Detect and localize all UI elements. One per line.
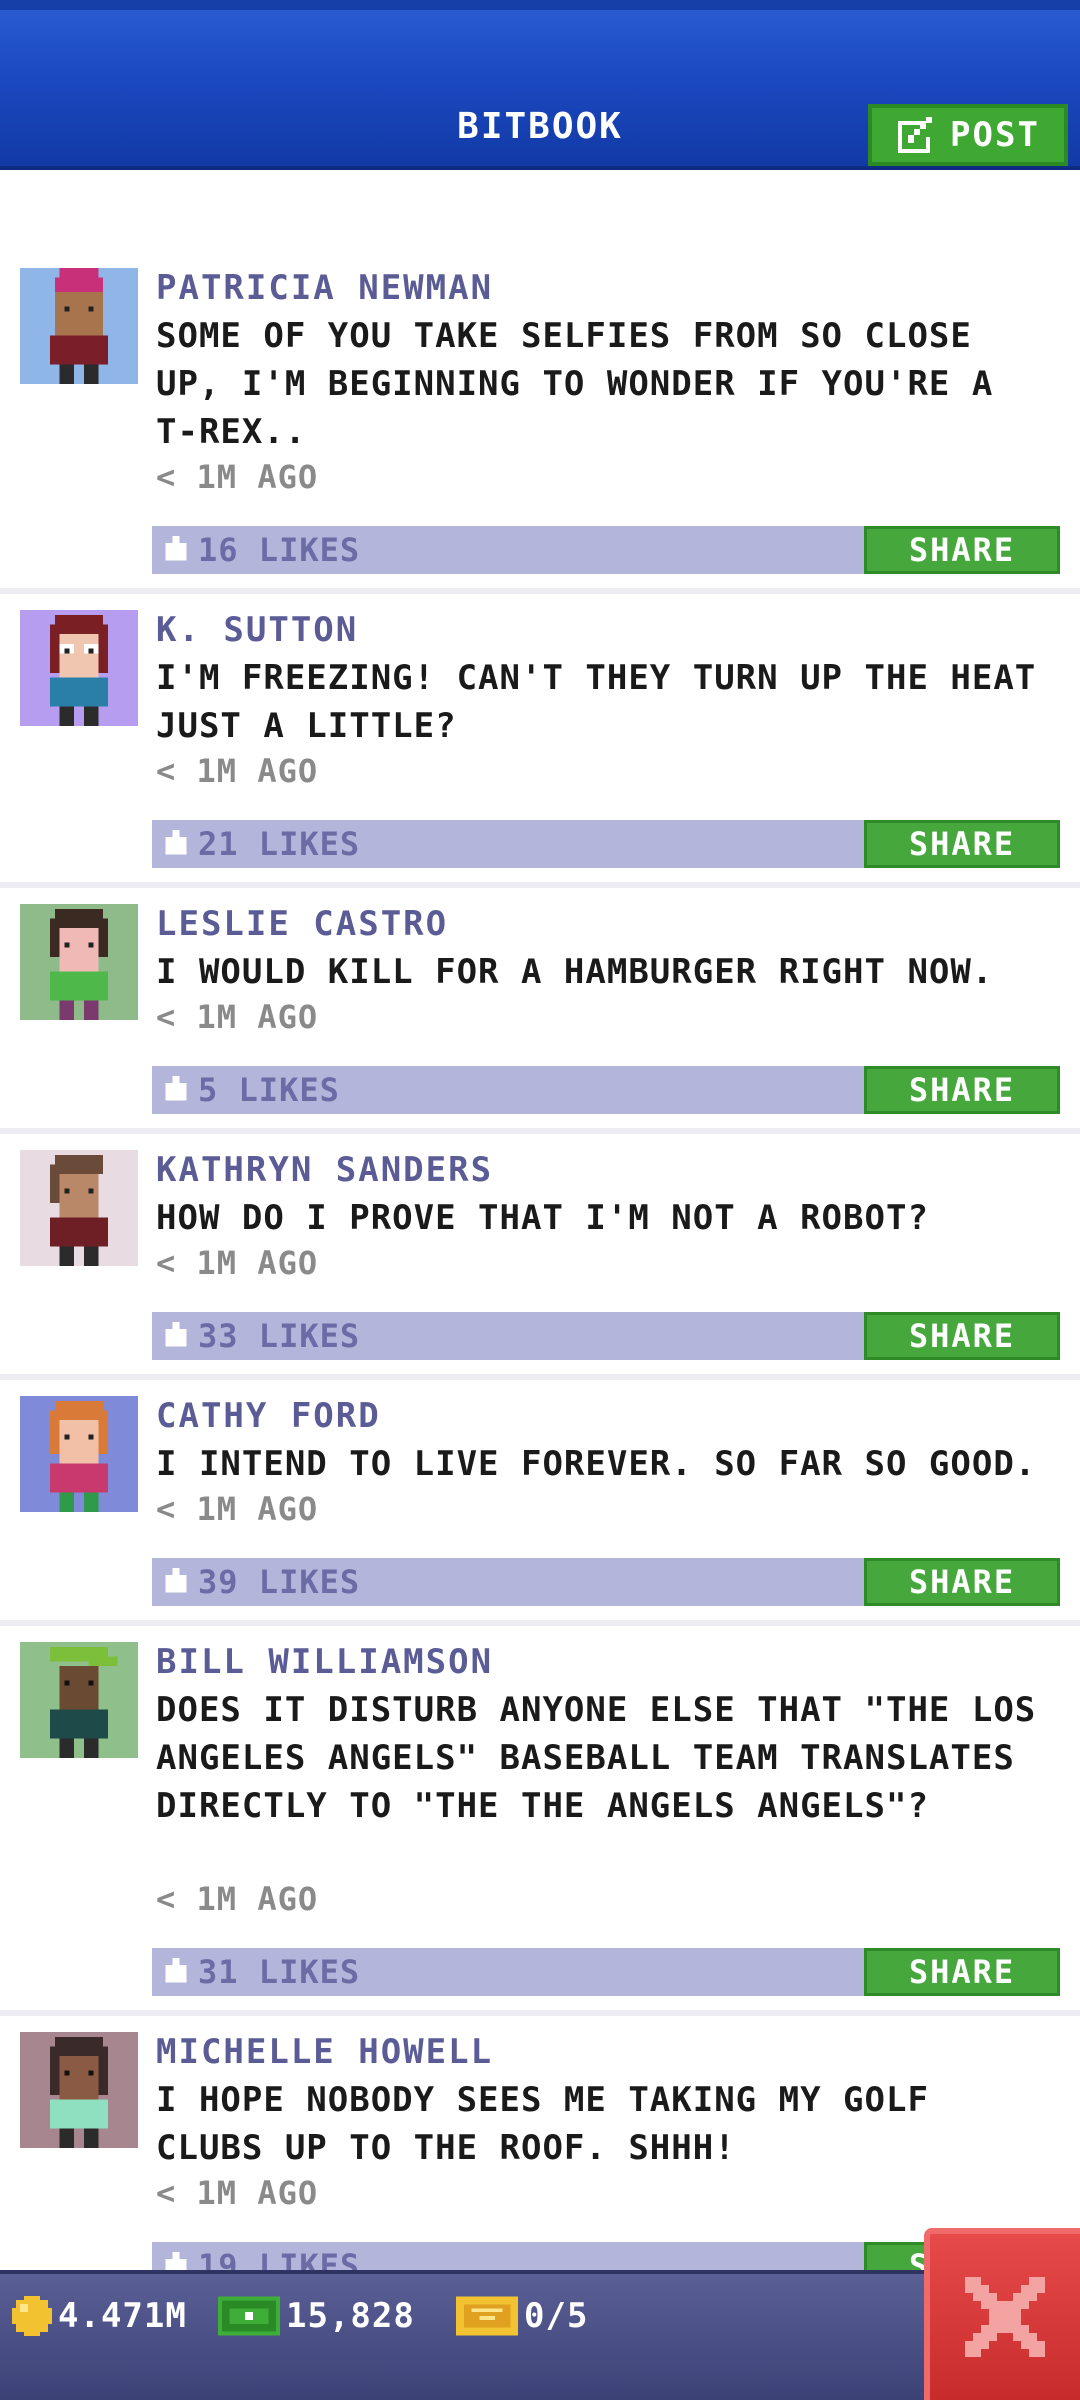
thumbs-up-icon [165,1568,187,1593]
post-author[interactable]: LESLIE CASTRO [156,904,448,944]
divider [0,1128,1080,1134]
coins-value: 4.471M [58,2296,187,2336]
post-text: I HOPE NOBODY SEES ME TAKING MY GOLF CLU… [156,2080,929,2168]
avatar[interactable] [20,610,138,726]
post-text: I WOULD KILL FOR A HAMBURGER RIGHT NOW. [156,952,994,992]
bitbook-screen: BITBOOK POST PATRICIA NEWMAN SOME OF YOU… [0,0,1080,2400]
person-avatar-icon [21,904,137,1020]
person-avatar-icon [21,1642,137,1758]
like-count: 39 LIKES [198,1563,361,1601]
avatar[interactable] [20,2032,138,2148]
post-timestamp: < 1M AGO [156,752,319,790]
post-author[interactable]: K. SUTTON [156,610,358,650]
like-bar[interactable]: 16 LIKES SHARE [152,526,1060,574]
cash-stat: 15,828 [218,2296,415,2336]
person-avatar-icon [21,2032,137,2148]
like-bar[interactable]: 21 LIKES SHARE [152,820,1060,868]
thumbs-up-icon [165,1322,187,1347]
feed-list[interactable]: PATRICIA NEWMAN SOME OF YOU TAKE SELFIES… [0,170,1080,2270]
post-author[interactable]: KATHRYN SANDERS [156,1150,493,1190]
share-button[interactable]: SHARE [864,1558,1060,1606]
share-button[interactable]: SHARE [864,1066,1060,1114]
like-count: 19 LIKES [198,2247,361,2270]
divider [0,882,1080,888]
avatar[interactable] [20,1642,138,1758]
post-text: SOME OF YOU TAKE SELFIES FROM SO CLOSE U… [156,316,994,452]
thumbs-up-icon [165,830,187,855]
divider [0,588,1080,594]
post-button[interactable]: POST [868,104,1068,166]
share-button[interactable]: SHARE [864,1312,1060,1360]
share-button[interactable]: SHARE [864,820,1060,868]
avatar[interactable] [20,1150,138,1266]
post-timestamp: < 1M AGO [156,1244,319,1282]
share-button[interactable]: SHARE [864,1948,1060,1996]
post-text: HOW DO I PROVE THAT I'M NOT A ROBOT? [156,1198,929,1238]
thumbs-up-icon [165,536,187,561]
post-text: I INTEND TO LIVE FOREVER. SO FAR SO GOOD… [156,1444,1037,1484]
post-author[interactable]: CATHY FORD [156,1396,381,1436]
post-button-label: POST [950,115,1040,155]
post-text: I'M FREEZING! CAN'T THEY TURN UP THE HEA… [156,658,1037,746]
person-avatar-icon [21,1396,137,1512]
person-avatar-icon [21,610,137,726]
post-author[interactable]: PATRICIA NEWMAN [156,268,493,308]
cash-icon [218,2296,280,2336]
edit-icon [898,117,933,153]
post-timestamp: < 1M AGO [156,998,319,1036]
thumbs-up-icon [165,1076,187,1101]
tickets-stat: 0/5 [456,2296,588,2336]
share-button[interactable]: SHARE [864,526,1060,574]
like-count: 31 LIKES [198,1953,361,1991]
like-bar[interactable]: 31 LIKES SHARE [152,1948,1060,1996]
avatar[interactable] [20,904,138,1020]
divider [0,1374,1080,1380]
like-count: 21 LIKES [198,825,361,863]
close-icon [965,2277,1045,2357]
coin-icon [12,2296,52,2336]
like-count: 16 LIKES [198,531,361,569]
post-timestamp: < 1M AGO [156,1490,319,1528]
ticket-icon [456,2296,518,2336]
thumbs-up-icon [165,2252,187,2270]
divider [0,2010,1080,2016]
cash-value: 15,828 [286,2296,415,2336]
coins-stat: 4.471M [12,2296,187,2336]
tickets-value: 0/5 [524,2296,589,2336]
resource-bar: 4.471M 15,828 0/5 [0,2270,1080,2400]
post-text: DOES IT DISTURB ANYONE ELSE THAT "THE LO… [156,1690,1037,1826]
like-bar[interactable]: 5 LIKES SHARE [152,1066,1060,1114]
post-author[interactable]: MICHELLE HOWELL [156,2032,493,2072]
post-timestamp: < 1M AGO [156,1880,319,1918]
thumbs-up-icon [165,1958,187,1983]
person-avatar-icon [21,268,137,384]
post-author[interactable]: BILL WILLIAMSON [156,1642,493,1682]
header-bar: BITBOOK POST [0,0,1080,170]
like-count: 33 LIKES [198,1317,361,1355]
person-avatar-icon [21,1150,137,1266]
close-button[interactable] [924,2228,1080,2400]
post-timestamp: < 1M AGO [156,2174,319,2212]
avatar[interactable] [20,1396,138,1512]
post-timestamp: < 1M AGO [156,458,319,496]
divider [0,1620,1080,1626]
like-bar[interactable]: 33 LIKES SHARE [152,1312,1060,1360]
like-count: 5 LIKES [198,1071,340,1109]
like-bar[interactable]: 39 LIKES SHARE [152,1558,1060,1606]
avatar[interactable] [20,268,138,384]
